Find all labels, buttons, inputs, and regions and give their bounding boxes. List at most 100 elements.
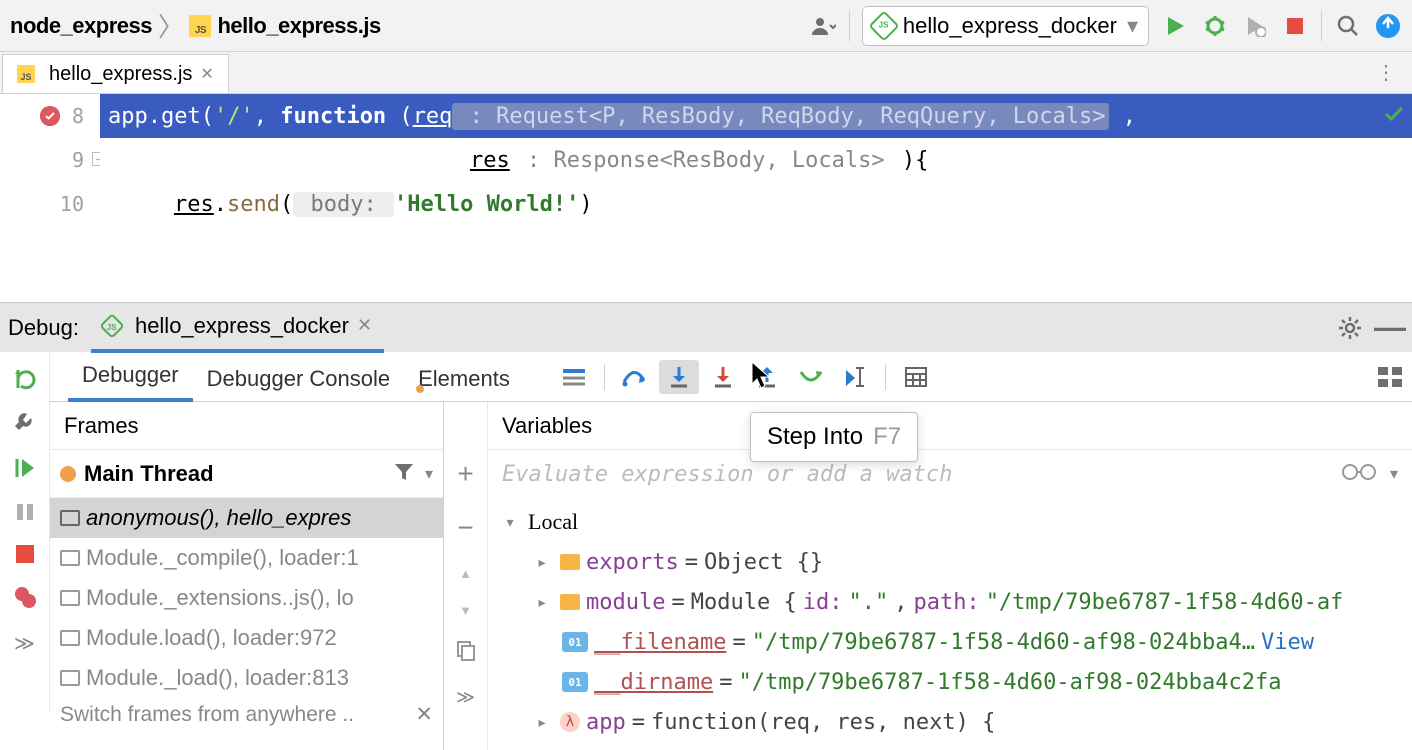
frame-icon [60, 590, 80, 606]
frames-hint: Switch frames from anywhere ..✕ [50, 698, 443, 731]
evaluate-input[interactable]: Evaluate expression or add a watch [502, 462, 1342, 487]
value-icon: 01 [562, 672, 588, 692]
editor-tab-label: hello_express.js [49, 63, 192, 86]
line-number: 10 [60, 192, 84, 216]
frames-header: Frames [50, 402, 443, 450]
copy-icon[interactable] [456, 640, 476, 665]
param-hint: : Response<ResBody, Locals> [510, 148, 902, 173]
variables-header: Variables [488, 402, 1412, 450]
layout-icon[interactable] [1376, 363, 1404, 391]
frame-row[interactable]: Module._extensions..js(), lo [50, 578, 443, 618]
run-to-cursor-button[interactable] [835, 360, 875, 394]
mouse-cursor [750, 360, 772, 390]
coverage-button[interactable] [1241, 12, 1269, 40]
view-link[interactable]: View [1261, 630, 1314, 655]
close-tab-icon[interactable]: ✕ [200, 64, 213, 84]
object-icon [560, 594, 580, 610]
force-step-into-button[interactable] [703, 360, 743, 394]
breadcrumb-file[interactable]: hello_express.js [217, 13, 380, 39]
chevron-right-icon[interactable]: ▸ [530, 592, 554, 613]
close-hint-icon[interactable]: ✕ [415, 702, 433, 727]
node-icon [99, 313, 124, 338]
editor-menu-icon[interactable]: ⋮ [1360, 52, 1412, 93]
tab-console[interactable]: Debugger Console [193, 356, 404, 402]
show-execution-point-button[interactable] [554, 360, 594, 394]
var-row[interactable]: ▸ exports = Object {} [498, 542, 1402, 582]
wrench-icon[interactable] [13, 410, 37, 437]
chevron-down-icon[interactable]: ▾ [498, 512, 522, 533]
var-row[interactable]: ▸λ app = function(req, res, next) { [498, 702, 1402, 742]
frame-icon [60, 670, 80, 686]
more-icon[interactable]: ≫ [14, 631, 35, 656]
lambda-icon: λ [560, 712, 580, 732]
tab-debugger[interactable]: Debugger [68, 352, 193, 402]
code-line-8[interactable]: app.get('/', function (req : Request<P, … [100, 94, 1412, 138]
thread-selector[interactable]: Main Thread [60, 461, 383, 487]
dropdown-icon: ▾ [1127, 13, 1138, 39]
object-icon [560, 554, 580, 570]
gear-icon[interactable] [1336, 314, 1364, 342]
var-row[interactable]: 01 __filename = "/tmp/79be6787-1f58-4d60… [498, 622, 1402, 662]
value-icon: 01 [562, 632, 588, 652]
gutter[interactable]: 8 9 – 10 [0, 94, 100, 302]
search-icon[interactable] [1334, 12, 1362, 40]
update-icon[interactable] [1374, 12, 1402, 40]
close-icon[interactable]: ✕ [357, 315, 372, 336]
pause-button[interactable] [15, 502, 35, 525]
frame-row[interactable]: Module._compile(), loader:1 [50, 538, 443, 578]
chevron-right-icon[interactable]: ▸ [530, 712, 554, 733]
step-into-button[interactable] [659, 360, 699, 394]
run-button[interactable] [1161, 12, 1189, 40]
more-icon[interactable]: ≫ [456, 687, 475, 708]
breakpoint-icon[interactable] [40, 106, 60, 126]
dropdown-icon[interactable]: ▾ [425, 464, 433, 484]
frame-icon [60, 510, 80, 526]
stop-button[interactable] [1281, 12, 1309, 40]
stop-debug-button[interactable] [16, 545, 34, 566]
view-breakpoints-button[interactable] [14, 586, 36, 611]
node-icon [868, 10, 899, 41]
var-row[interactable]: 01 __dirname = "/tmp/79be6787-1f58-4d60-… [498, 662, 1402, 702]
frame-row-active[interactable]: anonymous(), hello_expres [50, 498, 443, 538]
code-line-9[interactable]: res : Response<ResBody, Locals> ){ [100, 138, 1412, 182]
frame-icon [60, 550, 80, 566]
js-file-icon: JS [17, 65, 35, 83]
step-over-button[interactable] [615, 360, 655, 394]
user-icon[interactable] [809, 12, 837, 40]
code-editor[interactable]: app.get('/', function (req : Request<P, … [100, 94, 1412, 302]
thread-status-icon [60, 466, 76, 482]
param-hint: body: [293, 192, 394, 217]
frame-row[interactable]: Module._load(), loader:813 [50, 658, 443, 698]
var-scope[interactable]: ▾Local [498, 502, 1402, 542]
code-line-10[interactable]: res.send( body: 'Hello World!') [100, 182, 1412, 226]
dropdown-icon[interactable]: ▾ [1390, 464, 1398, 484]
breadcrumb-project[interactable]: node_express [10, 13, 152, 39]
step-into-tooltip: Step IntoF7 [750, 412, 918, 462]
frame-icon [60, 630, 80, 646]
debug-panel-title: Debug: [8, 315, 79, 341]
scroll-up-icon[interactable]: ▲ [459, 566, 472, 581]
frame-row[interactable]: Module.load(), loader:972 [50, 618, 443, 658]
breadcrumb[interactable]: node_express 〉 JS hello_express.js [10, 7, 381, 44]
scroll-down-icon[interactable]: ▼ [459, 603, 472, 618]
evaluate-expression-button[interactable] [896, 360, 936, 394]
filter-icon[interactable] [393, 462, 415, 485]
minimize-icon[interactable]: — [1376, 314, 1404, 342]
breadcrumb-sep: 〉 [158, 7, 184, 44]
debug-run-label: hello_express_docker [135, 313, 349, 339]
debug-button[interactable] [1201, 12, 1229, 40]
rerun-button[interactable] [12, 366, 38, 395]
run-config-select[interactable]: hello_express_docker ▾ [862, 6, 1149, 46]
editor-tab[interactable]: JS hello_express.js ✕ [2, 54, 229, 93]
param-hint: : Request<P, ResBody, ReqBody, ReqQuery,… [452, 103, 1109, 130]
drop-frame-button[interactable] [791, 360, 831, 394]
resume-button[interactable] [14, 457, 36, 482]
glasses-icon[interactable] [1342, 461, 1376, 487]
tab-elements[interactable]: Elements [404, 356, 524, 402]
remove-frame-button[interactable]: − [457, 512, 473, 544]
var-row[interactable]: ▸ module = Module {id: ".", path: "/tmp/… [498, 582, 1402, 622]
debug-run-tab[interactable]: hello_express_docker ✕ [91, 303, 384, 353]
add-frame-button[interactable]: + [457, 458, 473, 490]
inspection-ok-icon[interactable] [1382, 102, 1406, 132]
chevron-right-icon[interactable]: ▸ [530, 552, 554, 573]
